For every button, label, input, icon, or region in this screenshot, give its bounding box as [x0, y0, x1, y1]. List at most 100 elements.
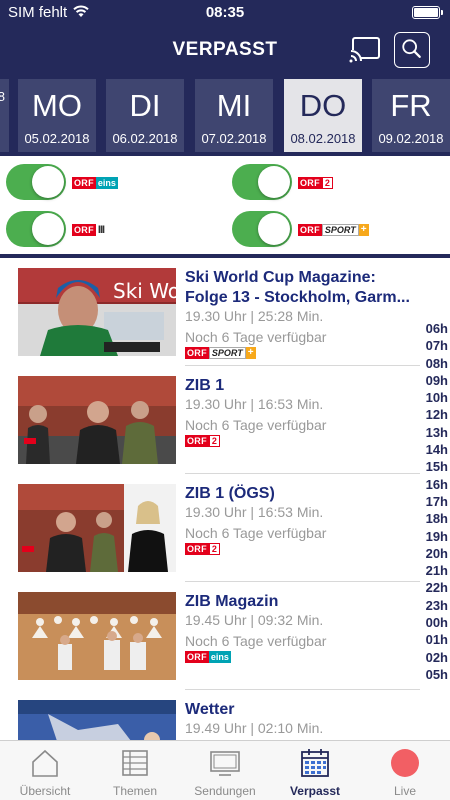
hour-marker[interactable]: 00h — [418, 614, 448, 631]
date-label: 8 — [0, 89, 5, 104]
program-item[interactable]: ZIB 1 19.30 Uhr | 16:53 Min. Noch 6 Tage… — [0, 366, 420, 474]
toggle-orfsport[interactable] — [232, 211, 292, 247]
program-item[interactable]: ZIB 1 (ÖGS) 19.30 Uhr | 16:53 Min. Noch … — [0, 474, 420, 582]
program-title: Wetter — [185, 701, 235, 718]
program-thumbnail — [18, 376, 176, 464]
program-title: Ski World Cup Magazine: Folge 13 - Stock… — [185, 269, 410, 306]
list-icon — [122, 750, 148, 776]
program-time: 19.30 Uhr | 16:53 Min. — [185, 504, 324, 520]
battery-icon — [412, 6, 443, 19]
program-title: ZIB 1 — [185, 377, 225, 394]
hour-index[interactable]: 06h 07h 08h 09h 10h 12h 13h 14h 15h 16h … — [418, 320, 448, 683]
nav-bar: VERPASST — [0, 24, 450, 76]
date-tile-prev[interactable]: 8 — [0, 79, 9, 152]
live-dot-icon — [391, 749, 419, 777]
hour-marker[interactable]: 05h — [418, 666, 448, 683]
program-thumbnail — [18, 592, 176, 680]
hour-marker[interactable]: 18h — [418, 510, 448, 527]
program-list[interactable]: Ski Wo Ski World Cup Magazine: Folge 13 … — [0, 258, 420, 740]
program-thumbnail — [18, 484, 176, 572]
hour-marker[interactable]: 12h — [418, 406, 448, 423]
program-item[interactable]: Ski Wo Ski World Cup Magazine: Folge 13 … — [0, 258, 420, 366]
program-thumbnail: Ski Wo — [18, 268, 176, 356]
page-title: VERPASST — [172, 39, 278, 60]
date-strip[interactable]: 8 MO 05.02.2018 DI 06.02.2018 MI 07.02.2… — [0, 76, 450, 156]
toggle-orf1[interactable] — [6, 164, 66, 200]
program-availability: Noch 6 Tage verfügbar — [185, 417, 327, 433]
hour-marker[interactable]: 06h — [418, 320, 448, 337]
program-availability: Noch 6 Tage verfügbar — [185, 525, 327, 541]
program-thumbnail — [18, 700, 176, 740]
calendar-icon — [301, 749, 329, 777]
hour-marker[interactable]: 23h — [418, 597, 448, 614]
tab-live[interactable]: Live — [360, 741, 450, 800]
hour-marker[interactable]: 14h — [418, 441, 448, 458]
program-availability: Noch 6 Tage verfügbar — [185, 329, 327, 345]
date-tile-mo[interactable]: MO 05.02.2018 — [18, 79, 96, 152]
date-tile-mi[interactable]: MI 07.02.2018 — [195, 79, 273, 152]
tab-label: Sendungen — [194, 784, 256, 798]
toggle-knob — [258, 166, 290, 198]
hour-marker[interactable]: 20h — [418, 545, 448, 562]
toggle-knob — [258, 213, 290, 245]
hour-marker[interactable]: 13h — [418, 424, 448, 441]
program-title: ZIB 1 (ÖGS) — [185, 485, 275, 502]
date-label: 07.02.2018 — [201, 131, 267, 146]
toggle-orf2[interactable] — [232, 164, 292, 200]
home-icon — [32, 749, 58, 777]
day-of-week: DO — [299, 88, 347, 123]
tab-label: Themen — [112, 784, 158, 798]
orf1-logo: ORF eins — [72, 177, 118, 189]
tab-label: Live — [393, 784, 416, 798]
program-availability: Noch 6 Tage verfügbar — [185, 633, 327, 649]
cast-icon[interactable] — [348, 34, 382, 64]
status-bar: SIM fehlt 08:35 — [0, 0, 450, 24]
tab-uebersicht[interactable]: Übersicht — [0, 741, 90, 800]
tab-sendungen[interactable]: Sendungen — [180, 741, 270, 800]
hour-marker[interactable]: 21h — [418, 562, 448, 579]
date-label: 08.02.2018 — [290, 131, 356, 146]
program-item[interactable]: Wetter 19.49 Uhr | 02:10 Min. — [0, 690, 420, 740]
program-item[interactable]: ZIB Magazin 19.45 Uhr | 09:32 Min. Noch … — [0, 582, 420, 690]
tab-bar: Übersicht Themen Sendungen Verpasst Live — [0, 740, 450, 800]
hour-marker[interactable]: 02h — [418, 649, 448, 666]
tab-verpasst[interactable]: Verpasst — [270, 741, 360, 800]
date-label: 09.02.2018 — [378, 131, 444, 146]
hour-marker[interactable]: 17h — [418, 493, 448, 510]
toggle-orf3[interactable] — [6, 211, 66, 247]
hour-marker[interactable]: 15h — [418, 458, 448, 475]
hour-marker[interactable]: 07h — [418, 337, 448, 354]
hour-marker[interactable]: 16h — [418, 476, 448, 493]
clock: 08:35 — [205, 4, 245, 21]
date-tile-di[interactable]: DI 06.02.2018 — [106, 79, 184, 152]
day-of-week: MI — [216, 88, 252, 123]
svg-text:Ski Wo: Ski Wo — [113, 279, 176, 303]
channel-badge: ORF 2 — [185, 434, 220, 448]
orf3-logo: ORF III — [72, 224, 105, 236]
program-title: ZIB Magazin — [185, 593, 279, 610]
day-of-week: FR — [390, 88, 432, 123]
hour-marker[interactable]: 08h — [418, 355, 448, 372]
search-button[interactable] — [394, 32, 430, 68]
hour-marker[interactable]: 22h — [418, 579, 448, 596]
date-tile-fr[interactable]: FR 09.02.2018 — [372, 79, 450, 152]
channel-filter: ORF eins ORF 2 ORF III ORF SPORT + — [0, 156, 450, 256]
hour-marker[interactable]: 01h — [418, 631, 448, 648]
program-time: 19.30 Uhr | 25:28 Min. — [185, 308, 324, 324]
hour-marker[interactable]: 09h — [418, 372, 448, 389]
channel-badge: ORF eins — [185, 651, 231, 663]
tv-icon — [210, 751, 240, 776]
day-of-week: MO — [32, 88, 82, 123]
hour-marker[interactable]: 19h — [418, 528, 448, 545]
date-label: 06.02.2018 — [112, 131, 178, 146]
channel-badge: ORF SPORT + — [185, 347, 256, 359]
channel-badge: ORF 2 — [185, 542, 220, 556]
hour-marker[interactable]: 10h — [418, 389, 448, 406]
toggle-knob — [32, 166, 64, 198]
program-time: 19.30 Uhr | 16:53 Min. — [185, 396, 324, 412]
day-of-week: DI — [129, 88, 161, 123]
program-time: 19.45 Uhr | 09:32 Min. — [185, 612, 324, 628]
date-tile-do[interactable]: DO 08.02.2018 — [284, 79, 362, 152]
tab-themen[interactable]: Themen — [90, 741, 180, 800]
orf2-logo: ORF 2 — [298, 176, 333, 190]
